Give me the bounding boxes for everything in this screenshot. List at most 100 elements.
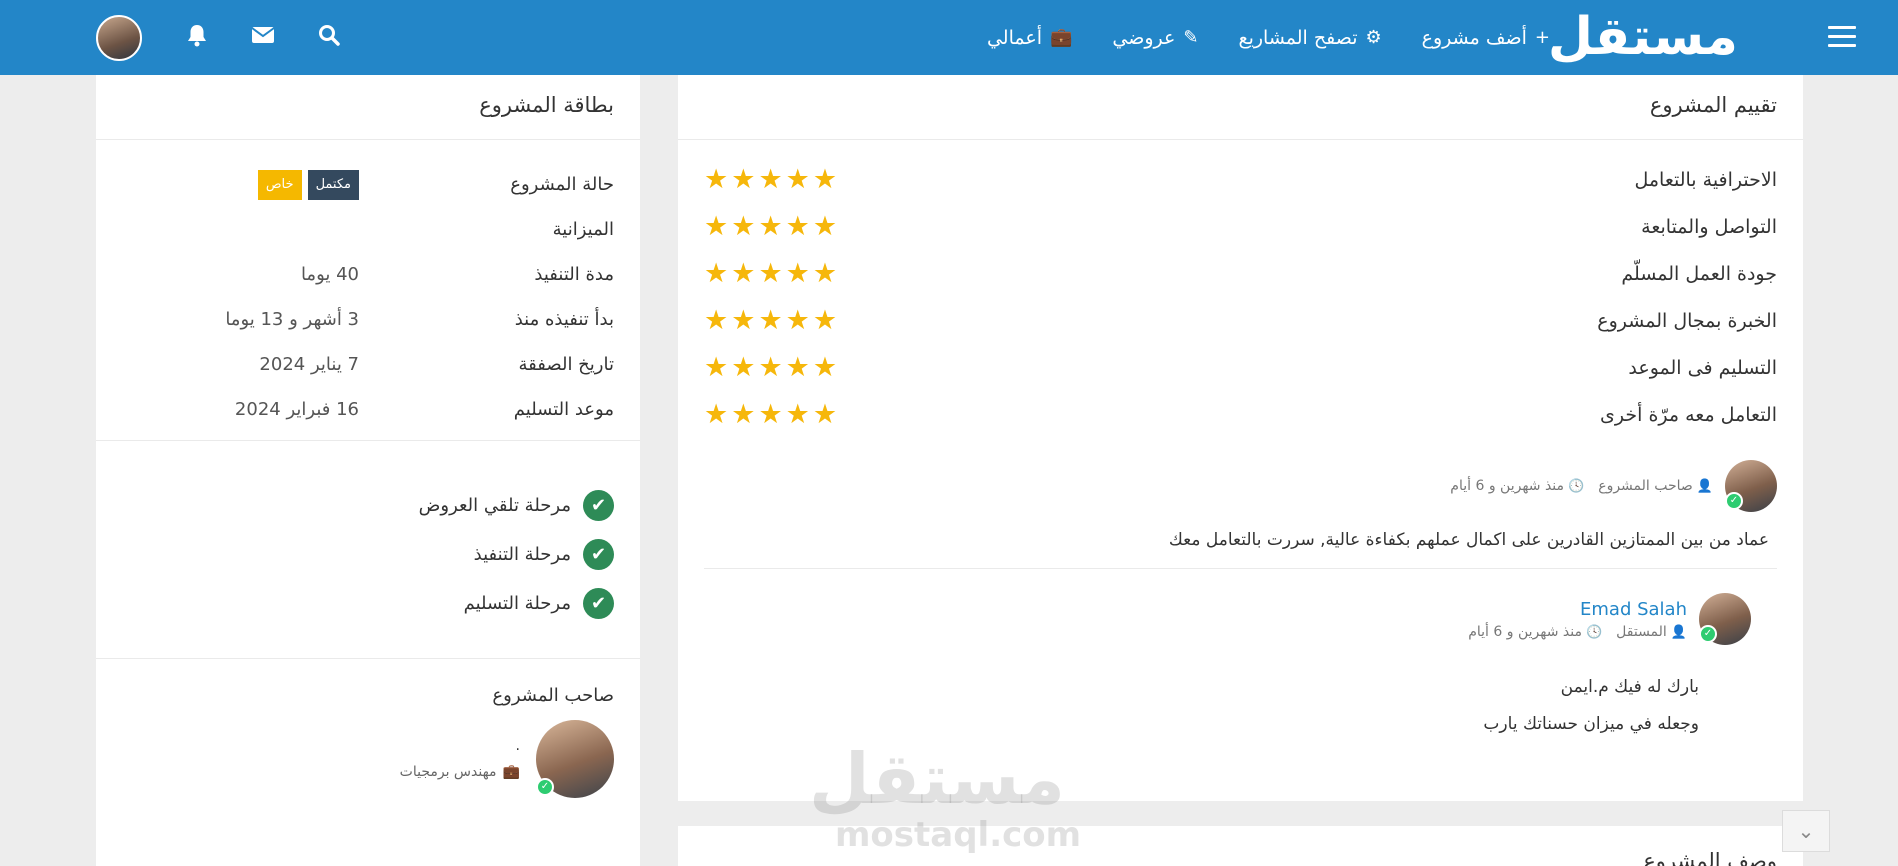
star-icon: ★ (731, 305, 756, 336)
nav-browse-projects[interactable]: ⚙ تصفح المشاريع (1238, 27, 1381, 49)
star-icon: ★ (785, 258, 810, 289)
review-role-label: صاحب المشروع (1598, 478, 1693, 494)
reply-line: وجعله في ميزان حسناتك يارب (1483, 714, 1699, 734)
review-time: 🕓منذ شهرين و 6 أيام (1450, 478, 1584, 494)
owner-name[interactable]: . (400, 738, 520, 760)
envelope-icon[interactable] (248, 25, 278, 50)
stage-item: ✔ مرحلة تلقي العروض (122, 481, 614, 530)
nav-links: + أضف مشروع ⚙ تصفح المشاريع ✎ عروضي 💼 أع… (987, 0, 1550, 75)
info-row-delivery-date: موعد التسليم 16 فبراير 2024 (96, 387, 640, 432)
star-rating: ★ ★ ★ ★ ★ (704, 307, 837, 334)
info-value: 40 يوما (300, 264, 359, 285)
star-icon: ★ (704, 211, 729, 242)
search-icon[interactable] (314, 24, 344, 52)
project-card-title: بطاقة المشروع (96, 75, 640, 140)
status-badge: مكتمل (307, 169, 359, 200)
top-navbar: مستقل + أضف مشروع ⚙ تصفح المشاريع ✎ عروض… (0, 0, 1898, 75)
rating-list: الاحترافية بالتعامل ★ ★ ★ ★ ★ التواصل والمتا… (678, 140, 1803, 438)
plus-icon: + (1534, 26, 1550, 48)
rating-row: جودة العمل المسلّم ★ ★ ★ ★ ★ (678, 250, 1803, 297)
reply-time-label: منذ شهرين و 6 أيام (1468, 623, 1582, 640)
star-rating: ★ ★ ★ ★ ★ (704, 260, 837, 287)
user-avatar[interactable] (96, 14, 142, 61)
chevron-down-icon: ⌄ (1797, 819, 1815, 843)
star-icon: ★ (812, 211, 838, 242)
star-icon: ★ (812, 258, 838, 289)
reply-time: 🕓منذ شهرين و 6 أيام (1468, 624, 1602, 640)
check-circle-icon: ✔ (583, 490, 614, 521)
star-icon: ★ (758, 305, 783, 336)
star-icon: ★ (758, 258, 783, 289)
verified-icon: ✓ (1699, 625, 1717, 643)
info-label: الميزانية (552, 219, 614, 240)
verified-icon: ✓ (536, 778, 554, 796)
scroll-down-button[interactable]: ⌄ (1782, 810, 1830, 852)
star-icon: ★ (731, 211, 756, 242)
ticket-icon: ✎ (1183, 26, 1199, 48)
star-icon: ★ (731, 258, 756, 289)
bell-icon[interactable] (182, 23, 212, 53)
rating-row: الاحترافية بالتعامل ★ ★ ★ ★ ★ (678, 156, 1803, 203)
star-icon: ★ (812, 305, 838, 336)
menu-icon[interactable] (1828, 26, 1856, 48)
type-badge: خاص (257, 169, 302, 200)
rating-row: التواصل والمتابعة ★ ★ ★ ★ ★ (678, 203, 1803, 250)
stage-item: ✔ مرحلة التسليم (122, 579, 614, 628)
project-info-list: حالة المشروع مكتملخاص الميزانية مدة التن… (96, 140, 640, 440)
freelancer-name-link[interactable]: Emad Salah (1468, 599, 1687, 620)
owner-title: صاحب المشروع (492, 685, 614, 706)
stage-item: ✔ مرحلة التنفيذ (122, 530, 614, 579)
reply-meta: 👤المستقل 🕓منذ شهرين و 6 أيام (1468, 624, 1687, 640)
nav-my-bids-label: عروضي (1112, 26, 1176, 49)
star-rating: ★ ★ ★ ★ ★ (704, 401, 837, 428)
star-rating: ★ ★ ★ ★ ★ (704, 166, 837, 193)
reply-role: 👤المستقل (1616, 624, 1687, 640)
reply-text: بارك له فيك م.ايمن وجعله في ميزان حسناتك… (704, 669, 1699, 743)
info-label: بدأ تنفيذه منذ (514, 309, 614, 330)
star-icon: ★ (758, 164, 783, 195)
info-label: تاريخ الصفقة (518, 354, 615, 375)
info-value: 16 فبراير 2024 (234, 399, 359, 420)
info-value: 7 يناير 2024 (259, 354, 359, 375)
star-icon: ★ (731, 352, 756, 383)
review-text: عماد من بين الممتازين القادرين على اكمال… (1168, 530, 1769, 550)
star-icon: ★ (785, 305, 810, 336)
nav-add-project[interactable]: + أضف مشروع (1422, 27, 1550, 49)
nav-browse-projects-label: تصفح المشاريع (1238, 26, 1358, 49)
review-time-label: منذ شهرين و 6 أيام (1450, 478, 1565, 494)
reply-line: بارك له فيك م.ايمن (1560, 677, 1699, 697)
nav-my-works[interactable]: 💼 أعمالي (987, 27, 1072, 49)
owner-avatar[interactable]: ✓ (536, 720, 614, 798)
star-icon: ★ (785, 164, 810, 195)
rating-label: الخبرة بمجال المشروع (1597, 309, 1777, 332)
reply-author: Emad Salah 👤المستقل 🕓منذ شهرين و 6 أيام (1468, 599, 1687, 640)
site-logo[interactable]: مستقل (1548, 6, 1739, 68)
star-icon: ★ (704, 258, 729, 289)
reviewer-avatar[interactable]: ✓ (1725, 460, 1777, 512)
check-circle-icon: ✔ (583, 588, 614, 619)
briefcase-icon: 💼 (1049, 26, 1073, 48)
info-row-deal-date: تاريخ الصفقة 7 يناير 2024 (96, 342, 640, 387)
star-icon: ★ (785, 399, 810, 430)
freelancer-avatar[interactable]: ✓ (1699, 593, 1751, 645)
star-icon: ★ (758, 399, 783, 430)
star-icon: ★ (704, 305, 729, 336)
reply-role-label: المستقل (1616, 623, 1667, 640)
user-icon: 👤 (1696, 479, 1713, 494)
review-role: 👤صاحب المشروع (1598, 478, 1713, 494)
cubes-icon: ⚙ (1365, 26, 1382, 48)
owner-review: ✓ 👤صاحب المشروع 🕓منذ شهرين و 6 أيام عماد… (704, 460, 1777, 569)
star-icon: ★ (704, 352, 729, 383)
owner-role-label: مهندس برمجيات (399, 764, 497, 780)
nav-my-bids[interactable]: ✎ عروضي (1112, 27, 1198, 49)
info-label: حالة المشروع (510, 174, 614, 195)
info-row-started: بدأ تنفيذه منذ 3 أشهر و 13 يوما (96, 297, 640, 342)
rating-row: الخبرة بمجال المشروع ★ ★ ★ ★ ★ (678, 297, 1803, 344)
rating-title: تقييم المشروع (678, 75, 1803, 140)
star-icon: ★ (704, 399, 729, 430)
info-label: موعد التسليم (513, 399, 614, 420)
star-icon: ★ (704, 164, 729, 195)
reply-header: ✓ Emad Salah 👤المستقل 🕓منذ شهرين و 6 أيا… (704, 593, 1751, 645)
nav-my-works-label: أعمالي (986, 26, 1042, 49)
info-value: 3 أشهر و 13 يوما (225, 309, 359, 330)
